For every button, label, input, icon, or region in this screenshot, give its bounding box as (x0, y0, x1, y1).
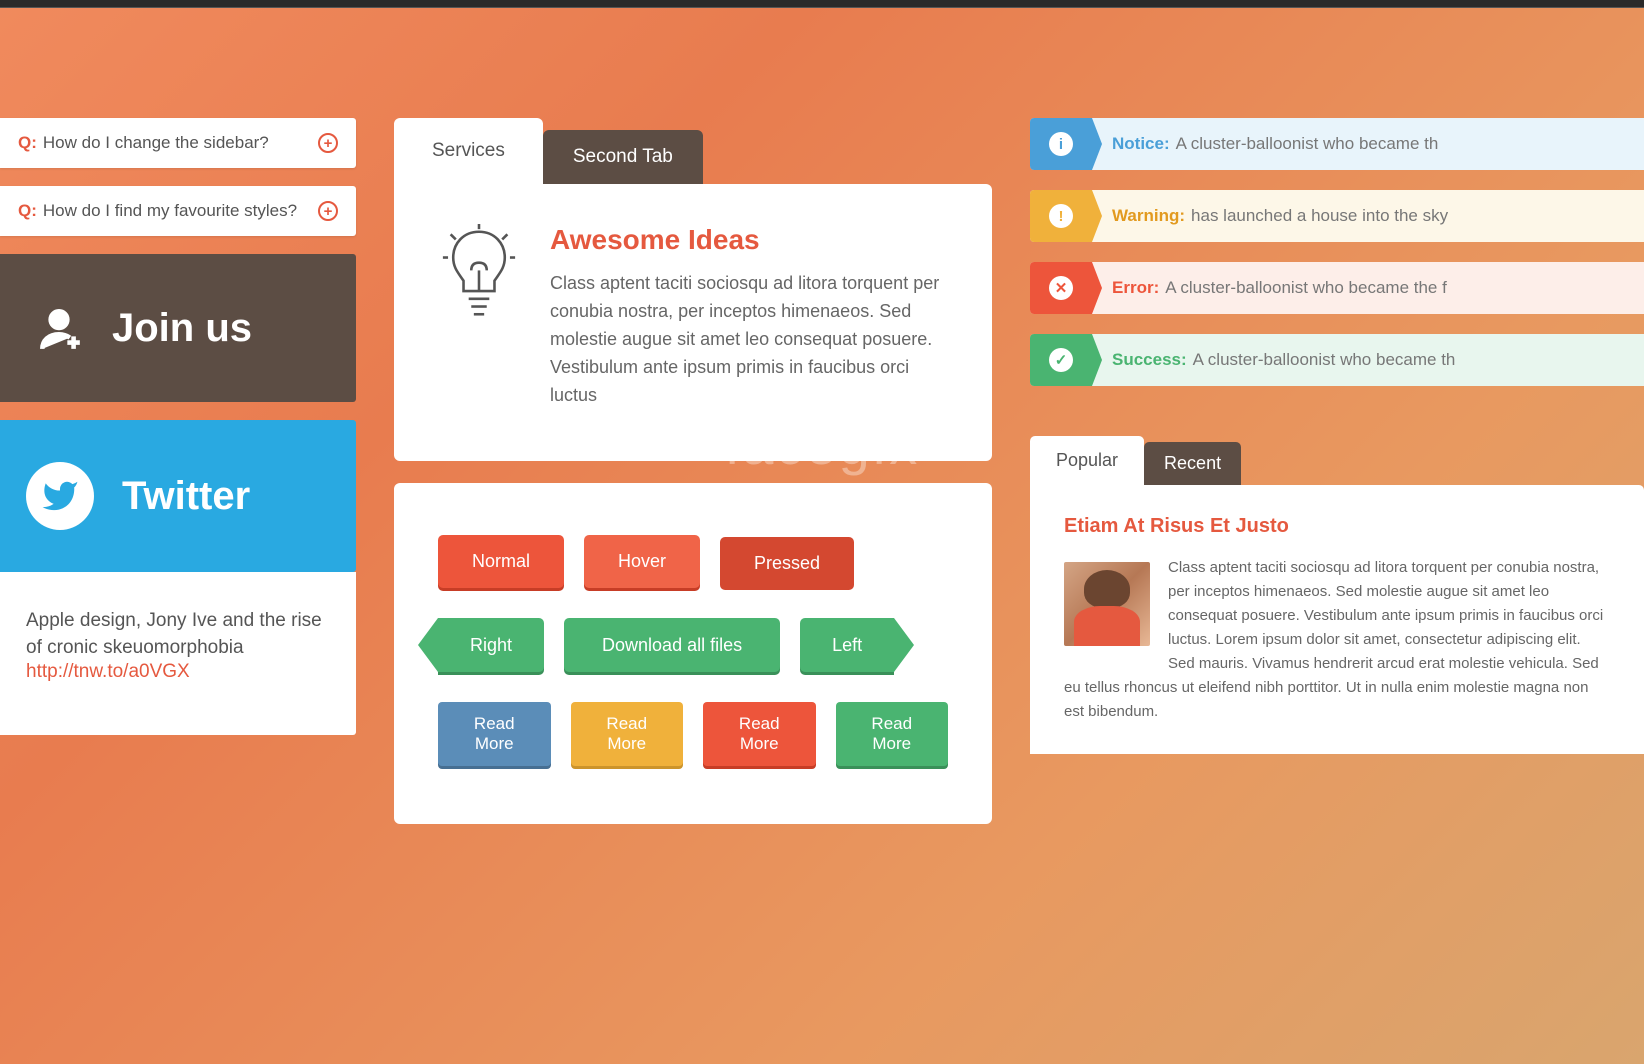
popular-thumbnail (1064, 562, 1150, 646)
warning-badge: ! (1030, 190, 1092, 242)
services-description: Class aptent taciti sociosqu ad litora t… (550, 270, 946, 409)
pressed-button[interactable]: Pressed (720, 537, 854, 590)
services-widget: Services Second Tab Awesome Ideas Class … (394, 118, 992, 461)
alert-warning[interactable]: ! Warning: has launched a house into the… (1030, 190, 1644, 242)
popular-title: Etiam At Risus Et Justo (1064, 515, 1610, 538)
join-us-label: Join us (112, 306, 252, 351)
popular-widget: Popular Recent Etiam At Risus Et Justo C… (1030, 436, 1644, 754)
notice-badge: i (1030, 118, 1092, 170)
faq-q-prefix: Q: (18, 133, 37, 153)
lightbulb-icon (440, 224, 518, 409)
warning-icon: ! (1049, 204, 1073, 228)
faq-item-1[interactable]: Q: How do I change the sidebar? + (0, 118, 356, 168)
right-column: i Notice: A cluster-balloonist who becam… (1030, 118, 1644, 824)
tab-recent[interactable]: Recent (1144, 442, 1241, 485)
error-text: A cluster-balloonist who became the f (1165, 278, 1447, 298)
normal-button[interactable]: Normal (438, 535, 564, 588)
tab-second[interactable]: Second Tab (543, 130, 703, 184)
faq-q-prefix: Q: (18, 201, 37, 221)
info-icon: i (1049, 132, 1073, 156)
twitter-widget: Twitter Apple design, Jony Ive and the r… (0, 420, 356, 735)
tab-popular[interactable]: Popular (1030, 436, 1144, 485)
download-button[interactable]: Download all files (564, 618, 780, 672)
read-more-red[interactable]: Read More (703, 702, 816, 766)
left-column: Q: How do I change the sidebar? + Q: How… (0, 118, 356, 824)
main-container: Q: How do I change the sidebar? + Q: How… (0, 8, 1644, 824)
error-icon: ✕ (1049, 276, 1073, 300)
faq-text: How do I find my favourite styles? (43, 201, 318, 221)
error-badge: ✕ (1030, 262, 1092, 314)
error-label: Error: (1112, 278, 1159, 298)
alert-success[interactable]: ✓ Success: A cluster-balloonist who beca… (1030, 334, 1644, 386)
button-row-2: Right Download all files Left (438, 618, 948, 672)
left-arrow-button[interactable]: Left (800, 618, 894, 672)
button-row-1: Normal Hover Pressed (438, 535, 948, 588)
plus-icon: + (318, 133, 338, 153)
button-row-3: Read More Read More Read More Read More (438, 702, 948, 766)
popular-tabs: Popular Recent (1030, 436, 1644, 485)
user-plus-icon (34, 300, 84, 356)
hover-button[interactable]: Hover (584, 535, 700, 588)
twitter-link[interactable]: http://tnw.to/a0VGX (26, 661, 190, 682)
services-tabs: Services Second Tab (394, 118, 992, 184)
read-more-yellow[interactable]: Read More (571, 702, 684, 766)
plus-icon: + (318, 201, 338, 221)
success-text: A cluster-balloonist who became th (1193, 350, 1456, 370)
twitter-icon-wrapper (26, 462, 94, 530)
popular-content: Class aptent taciti sociosqu ad litora t… (1064, 556, 1610, 724)
middle-column: Services Second Tab Awesome Ideas Class … (394, 118, 992, 824)
alert-error[interactable]: ✕ Error: A cluster-balloonist who became… (1030, 262, 1644, 314)
faq-item-2[interactable]: Q: How do I find my favourite styles? + (0, 186, 356, 236)
twitter-label: Twitter (122, 474, 250, 519)
read-more-green[interactable]: Read More (836, 702, 949, 766)
buttons-panel: Normal Hover Pressed Right Download all … (394, 483, 992, 824)
success-icon: ✓ (1049, 348, 1073, 372)
tab-services[interactable]: Services (394, 118, 543, 184)
notice-label: Notice: (1112, 134, 1170, 154)
success-badge: ✓ (1030, 334, 1092, 386)
read-more-blue[interactable]: Read More (438, 702, 551, 766)
twitter-header[interactable]: Twitter (0, 420, 356, 572)
right-arrow-button[interactable]: Right (438, 618, 544, 672)
twitter-tweet-text: Apple design, Jony Ive and the rise of c… (26, 608, 330, 661)
warning-label: Warning: (1112, 206, 1185, 226)
services-body: Awesome Ideas Class aptent taciti socios… (394, 184, 992, 461)
twitter-icon (41, 477, 79, 515)
faq-text: How do I change the sidebar? (43, 133, 318, 153)
success-label: Success: (1112, 350, 1187, 370)
twitter-body: Apple design, Jony Ive and the rise of c… (0, 572, 356, 735)
alert-notice[interactable]: i Notice: A cluster-balloonist who becam… (1030, 118, 1644, 170)
popular-body: Etiam At Risus Et Justo Class aptent tac… (1030, 485, 1644, 754)
join-us-button[interactable]: Join us (0, 254, 356, 402)
top-bar (0, 0, 1644, 8)
notice-text: A cluster-balloonist who became th (1176, 134, 1439, 154)
services-title: Awesome Ideas (550, 224, 946, 256)
services-content: Awesome Ideas Class aptent taciti socios… (550, 224, 946, 409)
warning-text: has launched a house into the sky (1191, 206, 1448, 226)
